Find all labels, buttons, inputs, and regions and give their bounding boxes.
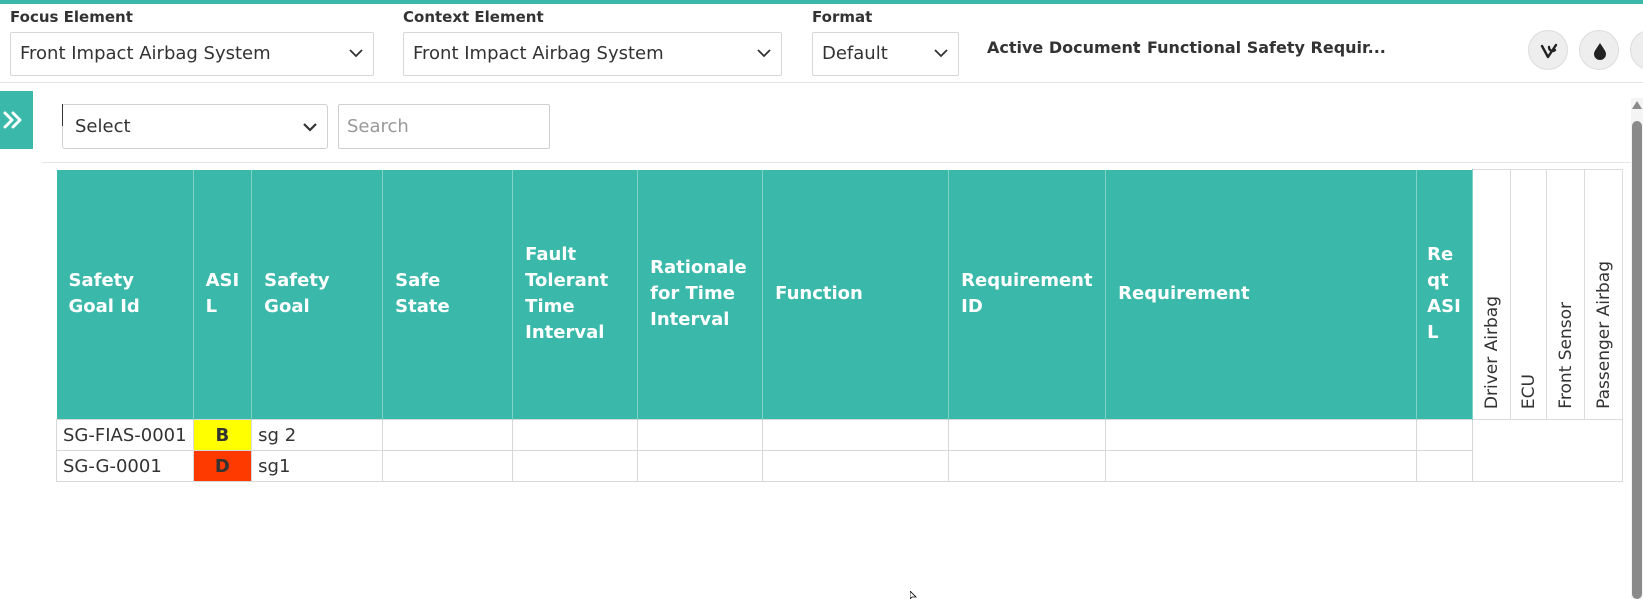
cell-safety-goal[interactable]: sg 2 [251, 419, 384, 451]
mouse-pointer-icon [910, 591, 917, 599]
cell-safe-state[interactable] [382, 450, 514, 482]
col-reqt-asil[interactable]: Re qt ASI L [1416, 169, 1474, 420]
table-row[interactable]: SG-FIAS-0001 B sg 2 [56, 419, 1624, 482]
cell-safety-goal-id[interactable]: SG-FIAS-0001 [56, 419, 194, 451]
col-asil[interactable]: ASI L [193, 169, 253, 420]
sidebar-expand-button[interactable] [0, 91, 33, 149]
chevron-down-icon [934, 49, 948, 58]
text-caret [62, 104, 63, 126]
col-passenger-airbag-label: Passenger Airbag [1593, 261, 1614, 409]
cell-requirement[interactable] [1105, 419, 1418, 451]
chevron-down-icon [303, 123, 317, 132]
col-function[interactable]: Function [762, 169, 950, 420]
search-input[interactable] [338, 104, 550, 149]
safety-goals-table: Safety Goal Id ASI L Safety Goal Safe St… [56, 169, 1624, 482]
cell-reqt-asil[interactable] [1416, 419, 1474, 451]
double-chevron-right-icon [3, 111, 22, 129]
context-element-value: Front Impact Airbag System [413, 43, 664, 64]
col-ecu[interactable]: ECU [1510, 169, 1548, 420]
drop-icon [1594, 43, 1606, 60]
format-label: Format [812, 8, 873, 26]
filter-select-value: Select [75, 116, 131, 137]
col-front-sensor[interactable]: Front Sensor [1546, 169, 1586, 420]
table-header-row: Safety Goal Id ASI L Safety Goal Safe St… [56, 169, 1624, 420]
context-element-select[interactable]: Front Impact Airbag System [403, 32, 782, 76]
col-safety-goal[interactable]: Safety Goal [251, 169, 384, 420]
focus-element-select[interactable]: Front Impact Airbag System [10, 32, 374, 76]
cell-requirement-id[interactable] [948, 419, 1107, 451]
cell-function[interactable] [762, 419, 950, 451]
cell-safe-state[interactable] [382, 419, 514, 451]
cell-safety-goal-id[interactable]: SG-G-0001 [56, 450, 194, 482]
col-driver-airbag-label: Driver Airbag [1481, 295, 1502, 409]
cell-safety-goal[interactable]: sg1 [251, 450, 384, 482]
vision-icon [1540, 43, 1558, 59]
format-value: Default [822, 43, 888, 64]
divider [42, 162, 1632, 163]
col-rationale[interactable]: Rationale for Time Interval [637, 169, 764, 420]
chevron-down-icon [349, 49, 363, 58]
cell-requirement-id[interactable] [948, 450, 1107, 482]
scrollbar-thumb[interactable] [1632, 121, 1642, 599]
context-element-label: Context Element [403, 8, 544, 26]
more-button[interactable] [1630, 30, 1643, 70]
active-document-label: Active Document [987, 38, 1141, 57]
col-front-sensor-label: Front Sensor [1555, 302, 1576, 409]
filter-select[interactable]: Select [62, 104, 328, 149]
table-row[interactable]: SG-G-0001 D sg1 [56, 450, 1623, 482]
col-ftti[interactable]: Fault Tolerant Time Interval [512, 169, 639, 420]
cell-rationale[interactable] [637, 450, 764, 482]
cell-elements-empty [1472, 419, 1624, 482]
toolbar: Focus Element Front Impact Airbag System… [0, 4, 1643, 83]
cell-asil[interactable]: D [192, 450, 253, 482]
cell-function[interactable] [762, 450, 950, 482]
col-passenger-airbag[interactable]: Passenger Airbag [1584, 169, 1624, 420]
col-safety-goal-id[interactable]: Safety Goal Id [56, 169, 194, 420]
cell-asil[interactable]: B [192, 419, 253, 451]
focus-element-value: Front Impact Airbag System [20, 43, 271, 64]
chevron-down-icon [757, 49, 771, 58]
format-select[interactable]: Default [812, 32, 959, 76]
cell-ftti[interactable] [512, 419, 639, 451]
active-document-value[interactable]: : Functional Safety Requir... [1135, 38, 1386, 57]
cell-reqt-asil[interactable] [1416, 450, 1474, 482]
col-safe-state[interactable]: Safe State [382, 169, 514, 420]
focus-element-label: Focus Element [10, 8, 133, 26]
cell-requirement[interactable] [1105, 450, 1418, 482]
col-requirement-id[interactable]: Requirement ID [948, 169, 1107, 420]
cell-rationale[interactable] [637, 419, 764, 451]
col-driver-airbag[interactable]: Driver Airbag [1472, 169, 1512, 420]
col-ecu-label: ECU [1518, 373, 1539, 409]
cell-ftti[interactable] [512, 450, 639, 482]
vision-button[interactable] [1528, 30, 1568, 70]
col-requirement[interactable]: Requirement [1105, 169, 1418, 420]
theme-button[interactable] [1579, 30, 1619, 70]
scroll-up-arrow-icon[interactable] [1632, 101, 1642, 109]
